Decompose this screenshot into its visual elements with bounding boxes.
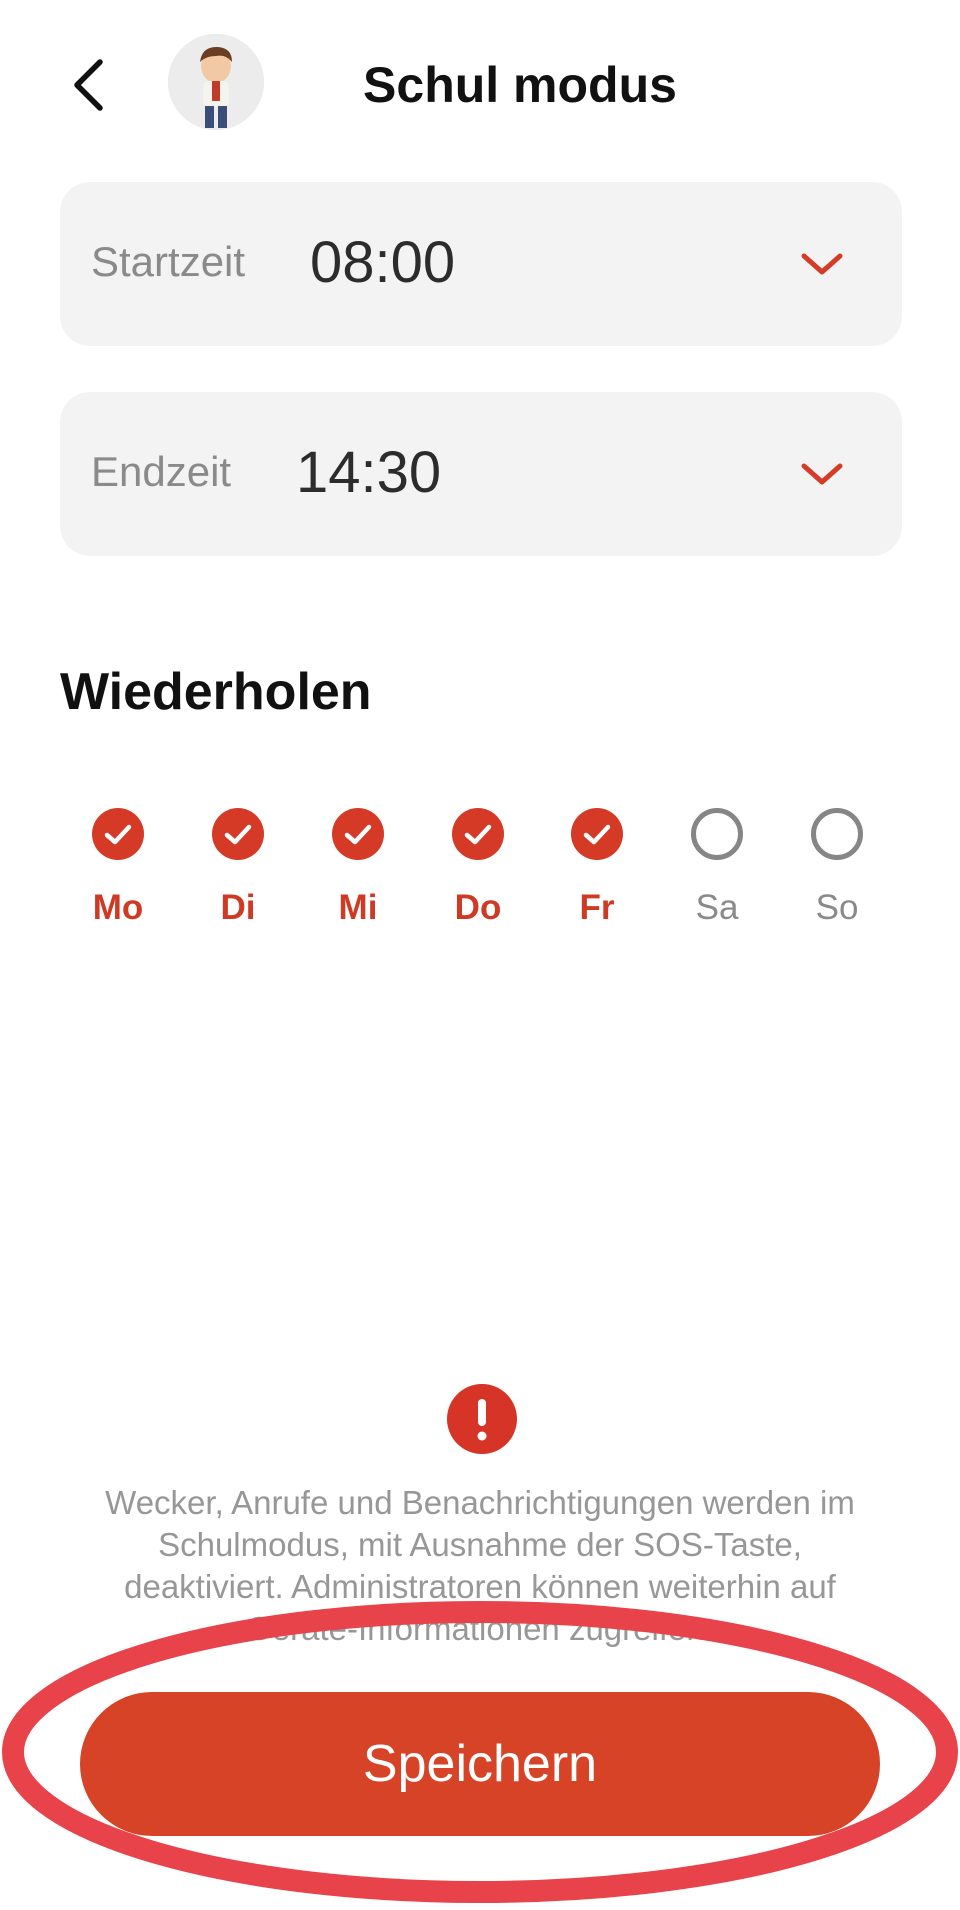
start-time-selector[interactable]: Startzeit 08:00 (60, 182, 902, 346)
child-avatar-image (168, 34, 264, 130)
header: Schul modus (0, 0, 960, 170)
start-time-value: 08:00 (310, 230, 456, 295)
exclamation-icon (447, 1384, 517, 1454)
end-time-value: 14:30 (296, 440, 442, 505)
end-time-selector[interactable]: Endzeit 14:30 (60, 392, 902, 556)
day-label: Sa (695, 888, 739, 927)
day-toggle-so[interactable]: So (782, 800, 892, 930)
weekday-selector: Mo Di Mi Do Fr Sa So (60, 800, 902, 930)
check-icon (212, 808, 264, 860)
day-label: Fr (579, 888, 615, 927)
start-time-label: Startzeit (91, 238, 246, 285)
day-toggle-sa[interactable]: Sa (662, 800, 772, 930)
day-label: So (815, 888, 859, 927)
empty-circle-icon (811, 808, 863, 860)
day-label: Mo (92, 888, 144, 927)
day-label: Di (220, 888, 256, 927)
page-title: Schul modus (363, 57, 677, 113)
day-label: Do (454, 888, 502, 927)
day-toggle-do[interactable]: Do (423, 800, 533, 930)
day-toggle-fr[interactable]: Fr (542, 800, 652, 930)
end-time-label: Endzeit (91, 448, 232, 495)
repeat-heading: Wiederholen (60, 663, 372, 721)
check-icon (571, 808, 623, 860)
day-toggle-mo[interactable]: Mo (63, 800, 173, 930)
school-mode-notice: Wecker, Anrufe und Benachrichtigungen we… (105, 1484, 855, 1647)
save-button[interactable]: Speichern (80, 1692, 880, 1836)
check-icon (92, 808, 144, 860)
empty-circle-icon (691, 808, 743, 860)
day-label: Mi (338, 888, 378, 927)
check-icon (332, 808, 384, 860)
day-toggle-di[interactable]: Di (183, 800, 293, 930)
back-button[interactable] (58, 50, 118, 120)
chevron-down-icon (801, 253, 843, 275)
day-toggle-mi[interactable]: Mi (303, 800, 413, 930)
avatar[interactable] (168, 34, 264, 130)
chevron-left-icon (74, 59, 103, 111)
check-icon (452, 808, 504, 860)
chevron-down-icon (801, 463, 843, 485)
